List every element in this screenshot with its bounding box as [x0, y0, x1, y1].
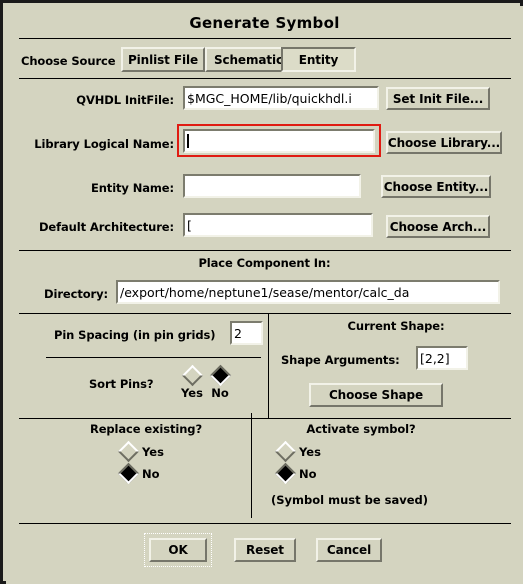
- cancel-button[interactable]: Cancel: [316, 538, 382, 562]
- pin-spacing-label: Pin Spacing (in pin grids): [54, 328, 216, 342]
- choose-library-button[interactable]: Choose Library...: [386, 131, 502, 154]
- radio-diamond-icon: [274, 440, 297, 463]
- text-caret: [187, 134, 189, 148]
- sort-pins-no-option[interactable]: No: [204, 364, 236, 400]
- replace-activate-divider: [251, 413, 252, 518]
- replace-existing-heading: Replace existing?: [89, 422, 203, 436]
- entity-name-input[interactable]: [183, 174, 361, 198]
- shape-arguments-value: [2,2]: [420, 350, 450, 366]
- place-component-separator-bottom: [19, 313, 511, 314]
- title-separator: [19, 38, 511, 39]
- place-component-heading: Place Component In:: [198, 256, 331, 270]
- place-component-separator-top: [19, 250, 511, 251]
- shape-section-separator: [19, 418, 511, 419]
- activate-symbol-heading: Activate symbol?: [306, 422, 416, 436]
- radio-diamond-icon: [274, 462, 297, 485]
- entity-name-label: Entity Name:: [90, 181, 174, 195]
- activate-symbol-no-option[interactable]: No: [274, 462, 321, 485]
- shape-arguments-input[interactable]: [2,2]: [416, 346, 468, 370]
- activate-symbol-no-label: No: [299, 466, 317, 481]
- directory-value: /export/home/neptune1/sease/mentor/calc_…: [120, 284, 410, 300]
- reset-button[interactable]: Reset: [234, 538, 296, 562]
- replace-existing-yes-label: Yes: [142, 444, 164, 459]
- radio-diamond-icon: [117, 440, 140, 463]
- shape-arguments-label: Shape Arguments:: [281, 353, 400, 367]
- replace-existing-no-label: No: [142, 466, 160, 481]
- sort-pins-no-label: No: [211, 386, 229, 400]
- source-separator: [19, 78, 511, 79]
- default-architecture-value: [: [187, 217, 192, 233]
- pin-spacing-separator: [46, 357, 261, 358]
- qvhdl-initfile-label: QVHDL InitFile:: [76, 93, 174, 107]
- activate-symbol-note: (Symbol must be saved): [271, 493, 429, 507]
- radio-diamond-icon: [181, 364, 203, 387]
- choose-shape-button[interactable]: Choose Shape: [309, 383, 443, 407]
- generate-symbol-dialog: Generate Symbol Choose Source Pinlist Fi…: [0, 0, 523, 584]
- activate-symbol-radio-group: Yes No: [274, 440, 321, 485]
- activate-symbol-yes-option[interactable]: Yes: [274, 440, 321, 463]
- directory-label: Directory:: [44, 287, 108, 301]
- qvhdl-initfile-input[interactable]: $MGC_HOME/lib/quickhdl.i: [183, 86, 379, 110]
- dialog-body: Generate Symbol Choose Source Pinlist Fi…: [6, 6, 523, 584]
- library-logical-name-label: Library Logical Name:: [34, 137, 174, 151]
- replace-existing-no-option[interactable]: No: [117, 462, 164, 485]
- window-frame: Generate Symbol Choose Source Pinlist Fi…: [0, 0, 523, 584]
- replace-existing-radio-group: Yes No: [117, 440, 164, 485]
- source-option-entity[interactable]: Entity: [281, 47, 356, 72]
- directory-input[interactable]: /export/home/neptune1/sease/mentor/calc_…: [116, 280, 500, 304]
- sort-pins-label: Sort Pins?: [89, 377, 154, 391]
- pin-shape-divider: [268, 314, 269, 418]
- radio-diamond-icon: [117, 462, 140, 485]
- qvhdl-initfile-value: $MGC_HOME/lib/quickhdl.i: [187, 90, 352, 106]
- library-logical-name-input[interactable]: [183, 129, 375, 153]
- current-shape-heading: Current Shape:: [347, 319, 445, 333]
- actions-separator: [19, 523, 511, 524]
- radio-diamond-icon: [209, 364, 231, 387]
- choose-source-label: Choose Source: [21, 54, 116, 68]
- page-title: Generate Symbol: [189, 14, 340, 32]
- choose-entity-button[interactable]: Choose Entity...: [381, 175, 491, 198]
- pin-spacing-input[interactable]: 2: [230, 321, 263, 345]
- activate-symbol-yes-label: Yes: [299, 444, 321, 459]
- ok-button[interactable]: OK: [149, 538, 207, 562]
- choose-arch-button[interactable]: Choose Arch...: [386, 215, 490, 238]
- replace-existing-yes-option[interactable]: Yes: [117, 440, 164, 463]
- source-option-schematic[interactable]: Schematic: [205, 47, 292, 72]
- default-architecture-label: Default Architecture:: [38, 220, 174, 234]
- source-option-pinlist-file[interactable]: Pinlist File: [121, 47, 205, 72]
- pin-spacing-value: 2: [234, 325, 242, 341]
- set-init-file-button[interactable]: Set Init File...: [386, 87, 490, 110]
- default-architecture-input[interactable]: [: [183, 213, 373, 237]
